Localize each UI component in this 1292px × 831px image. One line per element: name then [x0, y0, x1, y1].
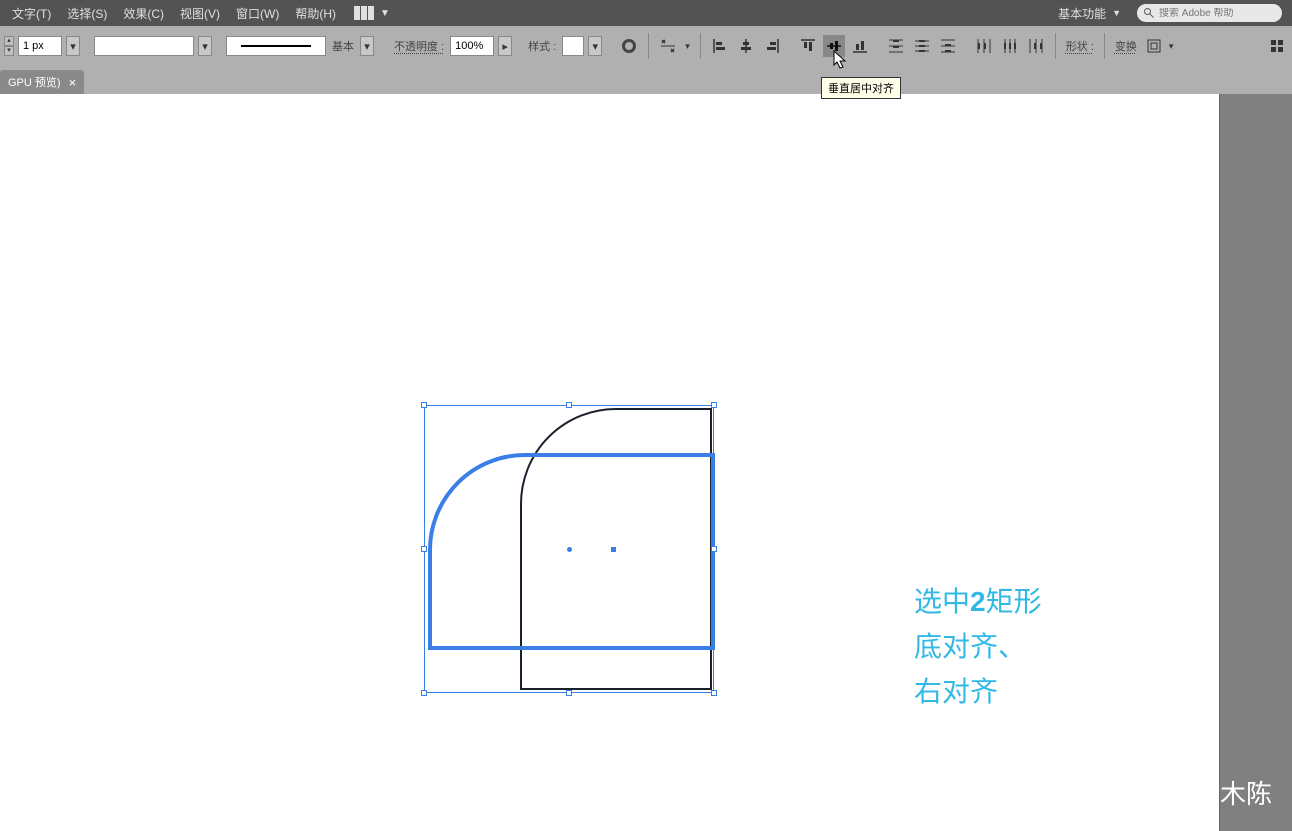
transform-panel-icon[interactable]	[1143, 35, 1165, 57]
stroke-width-input[interactable]	[18, 36, 62, 56]
selection-handle[interactable]	[711, 690, 717, 696]
recolor-icon[interactable]	[618, 35, 640, 57]
opacity-label: 不透明度 :	[392, 38, 446, 54]
selection-handle[interactable]	[711, 402, 717, 408]
selection-handle[interactable]	[421, 690, 427, 696]
distribute-right-icon[interactable]	[1025, 35, 1047, 57]
align-hcenter-icon[interactable]	[735, 35, 757, 57]
menu-bar: 文字(T) 选择(S) 效果(C) 视图(V) 窗口(W) 帮助(H) ▼ 基本…	[0, 0, 1292, 26]
menu-select[interactable]: 选择(S)	[59, 1, 115, 26]
align-bottom-icon[interactable]	[849, 35, 871, 57]
chevron-down-icon: ▼	[1112, 8, 1121, 18]
shape-label: 形状 :	[1064, 38, 1096, 54]
workspace-label: 基本功能	[1058, 5, 1106, 22]
panel-dock	[1220, 94, 1292, 831]
opacity-dropdown[interactable]: ▸	[498, 36, 512, 56]
arrange-dropdown-icon[interactable]: ▼	[374, 8, 396, 19]
menu-effect[interactable]: 效果(C)	[115, 1, 172, 26]
distribute-hcenter-icon[interactable]	[999, 35, 1021, 57]
chevron-down-icon[interactable]: ▾	[1169, 41, 1174, 52]
center-point-icon	[567, 547, 572, 552]
menu-help[interactable]: 帮助(H)	[287, 1, 344, 26]
distribute-bottom-icon[interactable]	[937, 35, 959, 57]
distribute-top-icon[interactable]	[885, 35, 907, 57]
chevron-down-icon[interactable]: ▾	[683, 41, 692, 52]
workspace-switcher[interactable]: 基本功能 ▼	[1048, 5, 1131, 22]
search-box[interactable]	[1137, 4, 1282, 22]
tab-title: GPU 预览)	[8, 74, 61, 90]
panel-menu-icon[interactable]	[1266, 35, 1288, 57]
menu-text[interactable]: 文字(T)	[4, 1, 59, 26]
align-left-icon[interactable]	[709, 35, 731, 57]
stroke-width-spinner[interactable]: ▴▾	[4, 36, 14, 56]
distribute-left-icon[interactable]	[973, 35, 995, 57]
close-icon[interactable]: ×	[69, 75, 77, 90]
style-label: 样式 :	[526, 38, 558, 54]
selection-handle[interactable]	[566, 402, 572, 408]
style-dropdown[interactable]: ▾	[588, 36, 602, 56]
opacity-input[interactable]	[450, 36, 494, 56]
brush-dropdown[interactable]: ▾	[360, 36, 374, 56]
canvas[interactable]	[0, 94, 1220, 831]
profile-dropdown[interactable]: ▾	[198, 36, 212, 56]
search-input[interactable]	[1159, 8, 1259, 19]
tooltip: 垂直居中对齐	[821, 77, 901, 99]
variable-width-profile[interactable]	[94, 36, 194, 56]
control-bar: ▴▾ ▾ ▾ 基本 ▾ 不透明度 : ▸ 样式 : ▾ ▾ 形状 : 变换 ▾	[0, 26, 1292, 66]
distribute-vcenter-icon[interactable]	[911, 35, 933, 57]
stroke-width-dropdown[interactable]: ▾	[66, 36, 80, 56]
watermark: 头条 @原木陈	[1076, 774, 1272, 811]
menu-window[interactable]: 窗口(W)	[228, 1, 287, 26]
search-icon	[1143, 7, 1155, 19]
center-point-icon	[611, 547, 616, 552]
selection-handle[interactable]	[421, 546, 427, 552]
align-right-icon[interactable]	[761, 35, 783, 57]
selection-handle[interactable]	[711, 546, 717, 552]
annotation-text: 选中2矩形 底对齐、 右对齐	[914, 580, 1042, 714]
arrange-documents-icon[interactable]	[354, 6, 374, 20]
selection-handle[interactable]	[566, 690, 572, 696]
selection-handle[interactable]	[421, 402, 427, 408]
graphic-style-swatch[interactable]	[562, 36, 584, 56]
menu-view[interactable]: 视图(V)	[172, 1, 228, 26]
align-points-icon[interactable]	[657, 35, 679, 57]
brush-label: 基本	[330, 38, 356, 54]
align-top-icon[interactable]	[797, 35, 819, 57]
document-tab[interactable]: GPU 预览) ×	[0, 70, 84, 94]
logo-icon	[1076, 780, 1102, 806]
document-tab-bar: GPU 预览) ×	[0, 66, 1292, 94]
brush-definition[interactable]	[226, 36, 326, 56]
transform-label: 变换	[1113, 38, 1139, 54]
cursor-icon	[833, 50, 847, 70]
